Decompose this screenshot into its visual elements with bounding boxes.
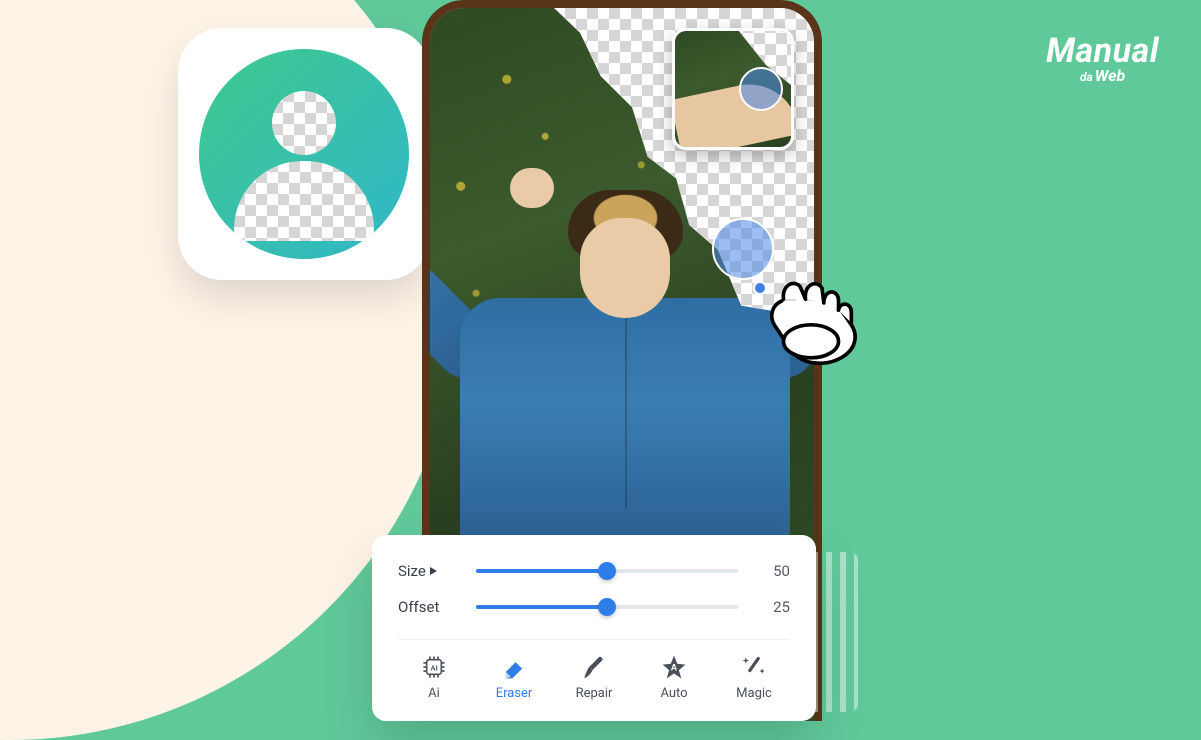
- offset-slider[interactable]: [476, 605, 738, 609]
- ai-chip-icon: AI: [419, 652, 449, 682]
- repair-brush-icon: [579, 652, 609, 682]
- size-slider-thumb[interactable]: [598, 562, 616, 580]
- person-silhouette-body-icon: [234, 161, 374, 241]
- tool-eraser[interactable]: Eraser: [478, 652, 550, 701]
- offset-slider-row: Offset 25: [398, 589, 790, 625]
- offset-label: Offset: [398, 598, 470, 616]
- brand-main-text: Manual: [1046, 34, 1159, 68]
- offset-slider-thumb[interactable]: [598, 598, 616, 616]
- eraser-controls-panel: Size 50 Offset 25 AI Ai: [372, 535, 816, 721]
- eraser-icon: [499, 652, 529, 682]
- size-slider-row: Size 50: [398, 553, 790, 589]
- auto-star-icon: A: [659, 652, 689, 682]
- tool-auto[interactable]: A Auto: [638, 652, 710, 701]
- tool-row: AI Ai Eraser Repair: [398, 639, 790, 701]
- app-icon: [178, 28, 430, 280]
- brand-logo: Manual daWeb: [1046, 34, 1159, 84]
- size-label: Size: [398, 562, 470, 580]
- tool-repair[interactable]: Repair: [558, 652, 630, 701]
- magnifier-brush-dot-icon: [739, 67, 783, 111]
- tool-magic[interactable]: Magic: [718, 652, 790, 701]
- svg-text:AI: AI: [430, 663, 437, 672]
- person-silhouette-head-icon: [272, 91, 336, 155]
- svg-text:A: A: [671, 662, 678, 672]
- magic-wand-icon: [739, 652, 769, 682]
- pointing-hand-icon: [756, 268, 866, 378]
- expand-caret-icon[interactable]: [430, 567, 437, 575]
- magnifier-preview: [672, 28, 794, 150]
- app-icon-circle: [199, 49, 409, 259]
- tool-ai[interactable]: AI Ai: [398, 652, 470, 701]
- size-slider[interactable]: [476, 569, 738, 573]
- decorative-stripes: [812, 552, 858, 712]
- offset-value: 25: [756, 598, 790, 616]
- size-value: 50: [756, 562, 790, 580]
